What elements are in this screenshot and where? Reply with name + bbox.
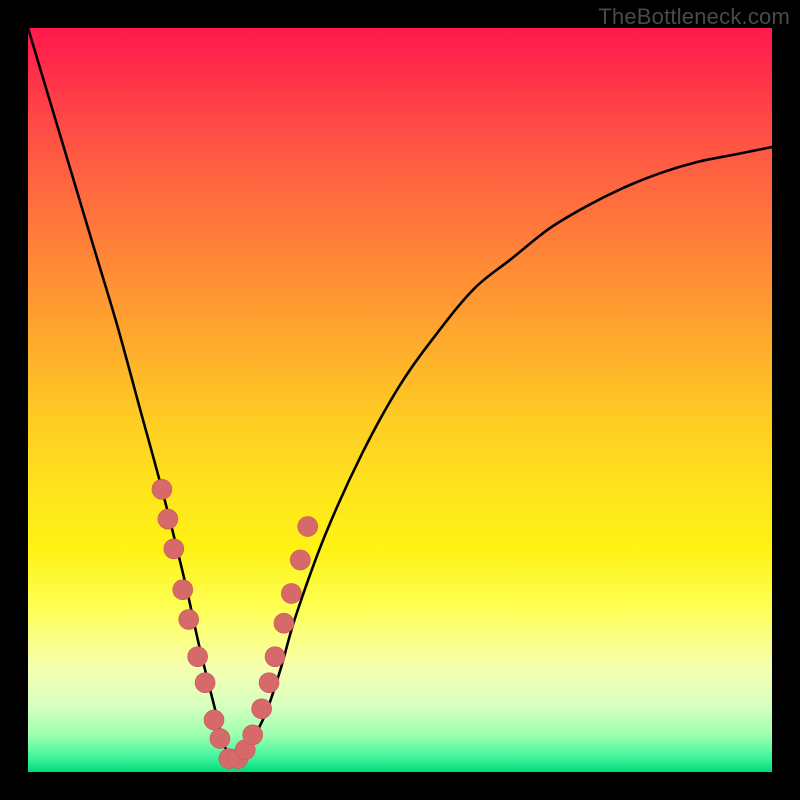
data-marker bbox=[298, 516, 318, 536]
data-marker bbox=[281, 583, 301, 603]
data-marker bbox=[188, 647, 208, 667]
marker-group bbox=[152, 479, 318, 768]
curve-layer bbox=[28, 28, 772, 772]
data-marker bbox=[179, 609, 199, 629]
watermark-text: TheBottleneck.com bbox=[598, 4, 790, 30]
data-marker bbox=[204, 710, 224, 730]
data-marker bbox=[195, 673, 215, 693]
data-marker bbox=[164, 539, 184, 559]
data-marker bbox=[243, 725, 263, 745]
data-marker bbox=[274, 613, 294, 633]
data-marker bbox=[152, 479, 172, 499]
data-marker bbox=[252, 699, 272, 719]
chart-frame: TheBottleneck.com bbox=[0, 0, 800, 800]
data-marker bbox=[259, 673, 279, 693]
bottleneck-curve bbox=[28, 28, 772, 765]
data-marker bbox=[210, 729, 230, 749]
data-marker bbox=[173, 580, 193, 600]
plot-area bbox=[28, 28, 772, 772]
data-marker bbox=[290, 550, 310, 570]
data-marker bbox=[265, 647, 285, 667]
data-marker bbox=[158, 509, 178, 529]
